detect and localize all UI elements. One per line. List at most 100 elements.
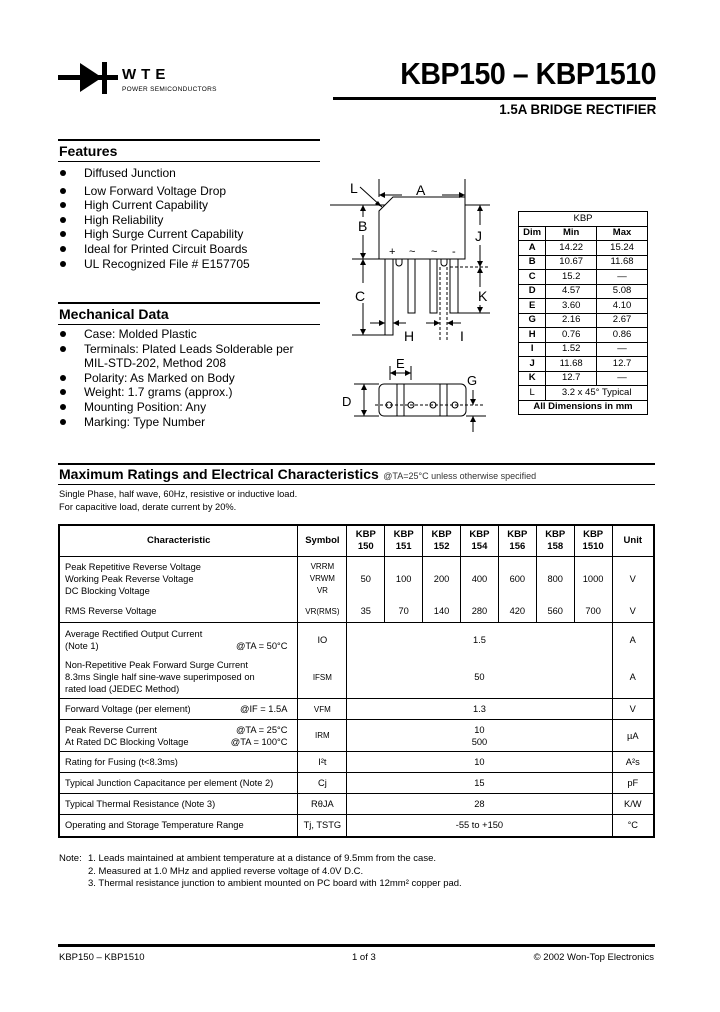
dim-row: C 15.2— xyxy=(517,269,648,285)
mechanical-list: Case: Molded Plastic Terminals: Plated L… xyxy=(58,327,293,429)
feature-item: Ideal for Printed Circuit Boards xyxy=(58,242,250,257)
ratings-heading-wrap: Maximum Ratings and Electrical Character… xyxy=(59,466,536,484)
pin-mark-minus: - xyxy=(452,246,456,258)
title-rule xyxy=(333,97,656,100)
col-part: KBP 150 xyxy=(346,525,386,557)
ratings-intro-line: Single Phase, half wave, 60Hz, resistive… xyxy=(59,489,298,499)
dim-col-header: Dim xyxy=(517,225,547,241)
pin-mark-ac: ~ xyxy=(431,246,437,258)
dim-row: H 0.76 0.86 xyxy=(517,327,648,343)
footer-page-number: 1 of 3 xyxy=(352,952,376,963)
col-unit: Unit xyxy=(611,525,655,557)
features-rule-top xyxy=(58,139,320,141)
table-row: Forward Voltage (per element) @IF = 1.5A … xyxy=(58,698,655,720)
dim-label-i: I xyxy=(460,328,464,344)
table-row: Typical Junction Capacitance per element… xyxy=(58,772,655,794)
dim-row: D 4.57 5.08 xyxy=(517,283,648,299)
dim-label-a: A xyxy=(416,182,426,198)
pin-mark-ac: ~ xyxy=(409,246,415,258)
footer-rule xyxy=(58,944,655,947)
mechanical-rule-top xyxy=(58,302,320,304)
dim-label-j: J xyxy=(475,228,482,244)
dim-col-header: Min xyxy=(545,225,598,241)
table-row: Average Rectified Output Current (Note 1… xyxy=(58,622,655,657)
dim-row: K 12.7— xyxy=(517,370,648,386)
dim-label-d: D xyxy=(342,394,351,409)
mechanical-item: Marking: Type Number xyxy=(58,415,293,430)
page-title: KBP150 – KBP1510 xyxy=(400,56,656,91)
col-part: KBP 158 xyxy=(535,525,575,557)
feature-item: UL Recognized File # E157705 xyxy=(58,257,250,272)
table-row: RMS Reverse Voltage VR(RMS) 35 70 140 28… xyxy=(58,600,655,623)
page-subtitle: 1.5A BRIDGE RECTIFIER xyxy=(499,101,656,117)
feature-item: High Surge Current Capability xyxy=(58,227,250,242)
dim-label-b: B xyxy=(358,218,367,234)
features-heading: Features xyxy=(59,143,118,159)
col-part: KBP 152 xyxy=(422,525,461,557)
dim-row: G 2.16 2.67 xyxy=(517,312,648,328)
dim-row: J 11.68 12.7 xyxy=(517,356,648,372)
notes-list: 1. Leads maintained at ambient temperatu… xyxy=(88,853,462,891)
lead xyxy=(407,258,416,314)
col-symbol: Symbol xyxy=(297,525,348,557)
lead xyxy=(429,258,438,314)
ratings-intro-line: For capacitive load, derate current by 2… xyxy=(59,502,237,512)
table-row: Non-Repetitive Peak Forward Surge Curren… xyxy=(58,656,655,699)
col-characteristic: Characteristic xyxy=(58,525,299,557)
ratings-heading: Maximum Ratings and Electrical Character… xyxy=(59,466,379,482)
ratings-header-row: Characteristic Symbol KBP 150 KBP 151 KBP 1… xyxy=(58,525,655,557)
mechanical-heading: Mechanical Data xyxy=(59,306,169,322)
package-side-view-diagram: A L B J C K H I + ~ ~ - xyxy=(330,179,490,344)
ratings-rule-top xyxy=(58,463,655,465)
dim-row: A 14.22 15.24 xyxy=(517,240,648,256)
ratings-heading-condition: @TA=25°C unless otherwise specified xyxy=(383,471,537,481)
dim-label-g: G xyxy=(467,373,477,388)
note-item: 1. Leads maintained at ambient temperatu… xyxy=(88,853,436,864)
note-item: 2. Measured at 1.0 MHz and applied rever… xyxy=(88,865,364,877)
mechanical-item: Polarity: As Marked on Body xyxy=(58,371,293,386)
feature-item: High Current Capability xyxy=(58,198,250,213)
dim-label-h: H xyxy=(404,328,414,344)
table-row: Peak Reverse Current @TA = 25°C At Rated … xyxy=(58,719,655,752)
features-list: Diffused Junction Low Forward Voltage Dr… xyxy=(58,166,250,271)
table-row: Typical Thermal Resistance (Note 3) RθJA… xyxy=(58,793,655,815)
ratings-table: Characteristic Symbol KBP 150 KBP 151 KBP 1… xyxy=(58,524,655,838)
feature-item: High Reliability xyxy=(58,213,250,228)
dim-label-e: E xyxy=(396,356,405,371)
col-part: KBP 156 xyxy=(497,525,537,557)
col-part: KBP 151 xyxy=(384,525,424,557)
footer-part-range: KBP150 – KBP1510 xyxy=(59,952,145,963)
mechanical-rule-bottom xyxy=(58,324,320,325)
dim-package-header: KBP xyxy=(518,211,648,227)
col-part: KBP 1510 xyxy=(573,525,613,557)
ratings-intro: Single Phase, half wave, 60Hz, resistive… xyxy=(59,488,297,514)
table-row: Peak Repetitive Reverse Voltage Working … xyxy=(58,556,655,601)
dim-row: I 1.52— xyxy=(517,341,648,357)
dim-label-c: C xyxy=(355,288,365,304)
dimensions-table: KBP Dim Min Max A 14.22 15.24 B 10.67 11.68 … xyxy=(517,211,648,415)
dim-row-l: L 3.2 x 45° Typical xyxy=(517,385,648,401)
ratings-rule-bottom xyxy=(58,484,655,485)
feature-item: Diffused Junction xyxy=(58,166,250,181)
mechanical-item: Weight: 1.7 grams (approx.) xyxy=(58,385,293,400)
dim-label-l: L xyxy=(350,180,358,196)
notes-label: Note: xyxy=(59,853,82,864)
pin-mark-plus: + xyxy=(389,246,395,258)
dim-footer: All Dimensions in mm xyxy=(518,399,648,415)
dim-row: E 3.60 4.10 xyxy=(517,298,648,314)
brand-name: WTE xyxy=(122,66,171,83)
lead xyxy=(384,258,394,336)
brand-tagline: POWER SEMICONDUCTORS xyxy=(122,86,217,93)
mechanical-item: Terminals: Plated Leads Solderable per xyxy=(58,342,293,357)
feature-item: Low Forward Voltage Drop xyxy=(58,184,250,199)
dim-label-k: K xyxy=(478,288,488,304)
footer-copyright: © 2002 Won-Top Electronics xyxy=(533,952,654,963)
table-row: Rating for Fusing (t<8.3ms) I²t 10 A²s xyxy=(58,751,655,773)
features-rule-bottom xyxy=(58,161,320,162)
table-row: Operating and Storage Temperature Range … xyxy=(58,814,655,837)
package-bottom-view-diagram: D E G xyxy=(342,356,486,432)
mechanical-item: Mounting Position: Any xyxy=(58,400,293,415)
mechanical-item: Case: Molded Plastic xyxy=(58,327,293,342)
mechanical-item-continuation: MIL-STD-202, Method 208 xyxy=(84,356,227,371)
dim-row: B 10.67 11.68 xyxy=(517,254,648,270)
